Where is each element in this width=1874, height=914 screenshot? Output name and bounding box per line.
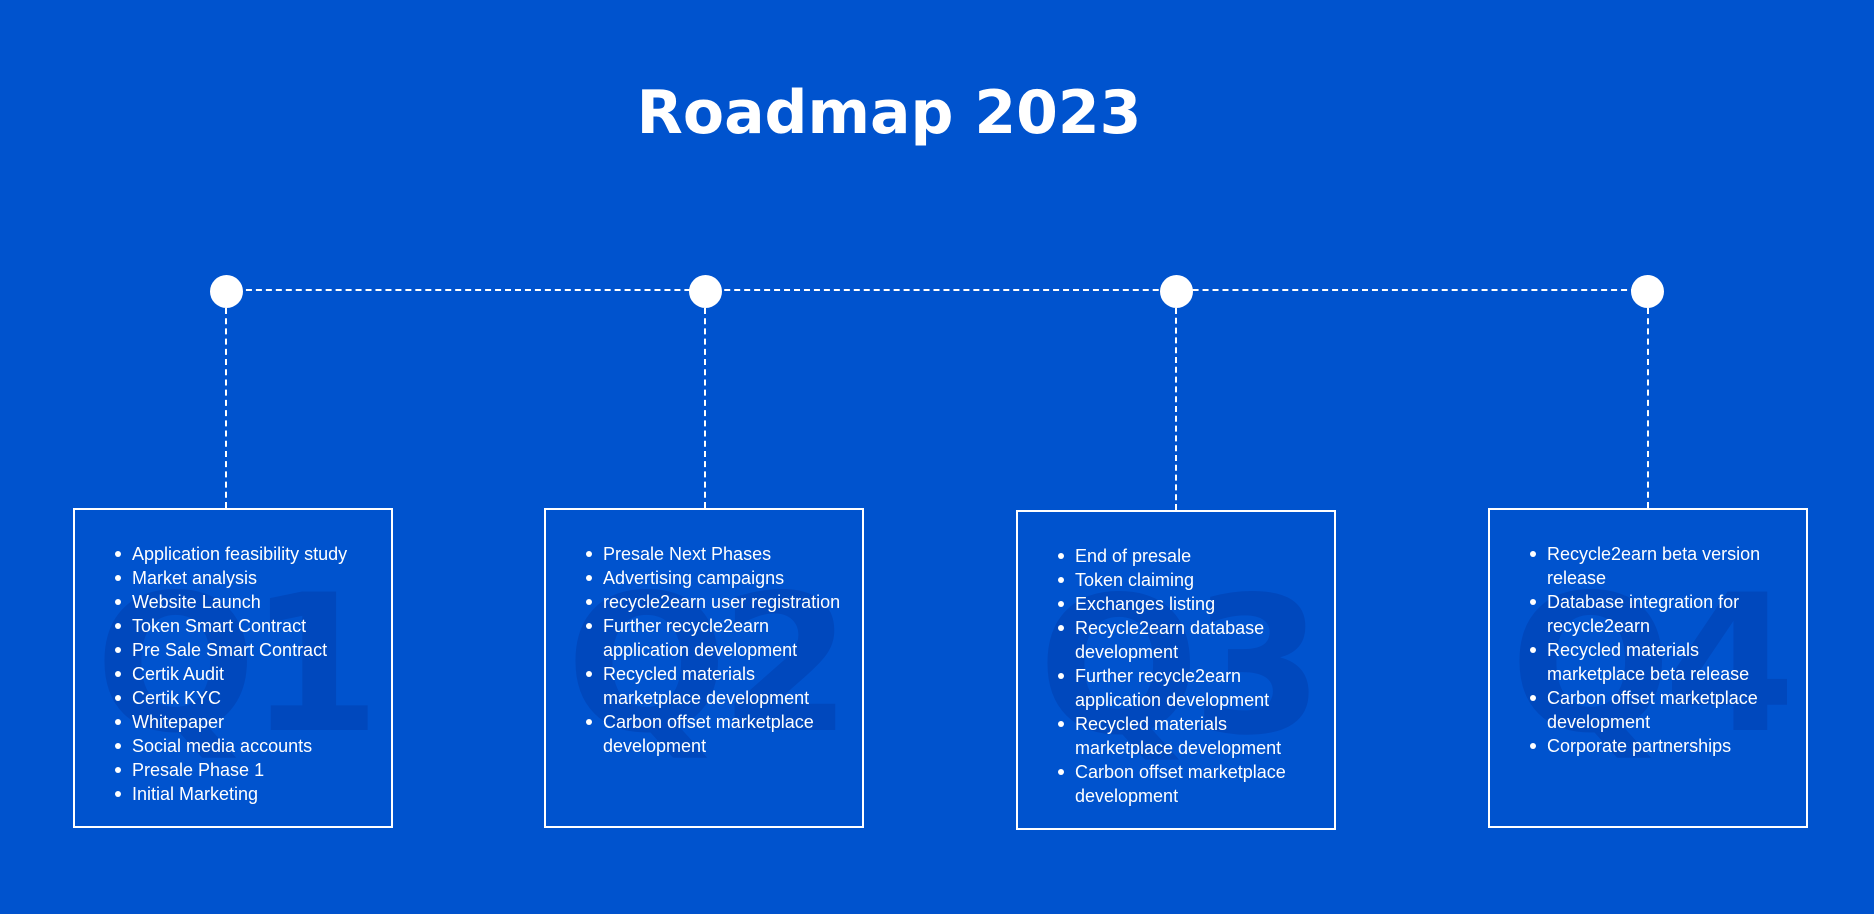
milestone-item: Initial Marketing bbox=[115, 782, 381, 806]
milestone-item: Recycle2earn beta version release bbox=[1530, 542, 1796, 590]
milestone-item: Token claiming bbox=[1058, 568, 1324, 592]
milestone-item: Market analysis bbox=[115, 566, 381, 590]
page-title: Roadmap 2023 bbox=[636, 78, 1142, 148]
milestone-item: Carbon offset marketplace development bbox=[1530, 686, 1796, 734]
milestone-item: Application feasibility study bbox=[115, 542, 381, 566]
milestone-item: Corporate partnerships bbox=[1530, 734, 1796, 758]
quarter-card-q1: Q1 Application feasibility study Market a… bbox=[73, 508, 393, 828]
timeline-drop-q1 bbox=[225, 308, 227, 508]
milestone-item: Carbon offset marketplace development bbox=[1058, 760, 1324, 808]
timeline-drop-q3 bbox=[1175, 308, 1177, 510]
milestone-item: Pre Sale Smart Contract bbox=[115, 638, 381, 662]
milestone-item: Certik KYC bbox=[115, 686, 381, 710]
timeline-drop-q2 bbox=[704, 308, 706, 508]
milestone-list: Presale Next Phases Advertising campaigns… bbox=[546, 542, 852, 758]
timeline-drop-q4 bbox=[1647, 308, 1649, 508]
milestone-item: End of presale bbox=[1058, 544, 1324, 568]
milestone-item: Database integration for recycle2earn bbox=[1530, 590, 1796, 638]
milestone-item: Further recycle2earn application develop… bbox=[586, 614, 852, 662]
milestone-item: Social media accounts bbox=[115, 734, 381, 758]
quarter-card-q2: Q2 Presale Next Phases Advertising campai… bbox=[544, 508, 864, 828]
milestone-item: Presale Phase 1 bbox=[115, 758, 381, 782]
milestone-item: Website Launch bbox=[115, 590, 381, 614]
milestone-item: Recycled materials marketplace beta rele… bbox=[1530, 638, 1796, 686]
quarter-card-q3: Q3 End of presale Token claiming Exchanges… bbox=[1016, 510, 1336, 830]
milestone-list: Application feasibility study Market anal… bbox=[75, 542, 381, 806]
milestone-item: Token Smart Contract bbox=[115, 614, 381, 638]
milestone-list: Recycle2earn beta version release Databas… bbox=[1490, 542, 1796, 758]
milestone-item: Presale Next Phases bbox=[586, 542, 852, 566]
milestone-item: Further recycle2earn application develop… bbox=[1058, 664, 1324, 712]
milestone-item: Carbon offset marketplace development bbox=[586, 710, 852, 758]
milestone-item: Recycled materials marketplace developme… bbox=[1058, 712, 1324, 760]
milestone-item: Exchanges listing bbox=[1058, 592, 1324, 616]
milestone-item: Certik Audit bbox=[115, 662, 381, 686]
milestone-item: Advertising campaigns bbox=[586, 566, 852, 590]
timeline-node-q4 bbox=[1631, 275, 1664, 308]
timeline-node-q2 bbox=[689, 275, 722, 308]
milestone-item: recycle2earn user registration bbox=[586, 590, 852, 614]
milestone-item: Whitepaper bbox=[115, 710, 381, 734]
milestone-item: Recycled materials marketplace developme… bbox=[586, 662, 852, 710]
milestone-list: End of presale Token claiming Exchanges li… bbox=[1018, 544, 1324, 808]
timeline-node-q1 bbox=[210, 275, 243, 308]
timeline-node-q3 bbox=[1160, 275, 1193, 308]
quarter-card-q4: Q4 Recycle2earn beta version release Data… bbox=[1488, 508, 1808, 828]
timeline-connector bbox=[226, 289, 1647, 291]
milestone-item: Recycle2earn database development bbox=[1058, 616, 1324, 664]
